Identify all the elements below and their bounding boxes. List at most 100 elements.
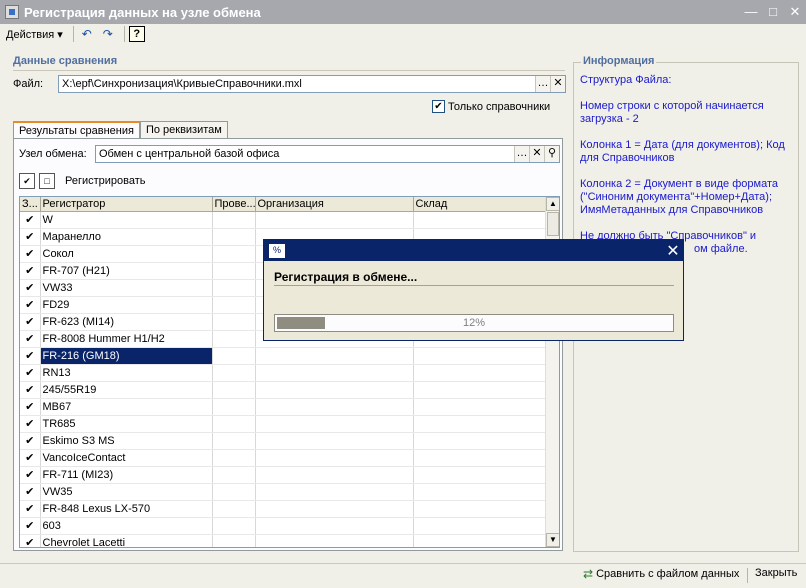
table-row[interactable]: ✔ Chevrolet Lacetti	[20, 534, 548, 547]
tab-by-attributes[interactable]: По реквизитам	[139, 121, 228, 138]
row-organization[interactable]	[255, 449, 414, 467]
redo-icon[interactable]: ↷	[99, 25, 117, 43]
table-row[interactable]: ✔ MB67	[20, 398, 548, 416]
checkmark-icon[interactable]: ✔	[432, 100, 445, 113]
row-checkbox[interactable]: ✔	[20, 279, 41, 297]
table-row[interactable]: ✔ 603	[20, 517, 548, 535]
node-field[interactable]: Обмен с центральной базой офиса … ✕ ⚲	[95, 145, 560, 163]
row-warehouse[interactable]	[413, 500, 548, 518]
browse-icon[interactable]: …	[535, 76, 550, 92]
row-registrator[interactable]: FR-707 (H21)	[40, 262, 213, 280]
row-organization[interactable]	[255, 500, 414, 518]
row-checkbox[interactable]: ✔	[20, 296, 41, 314]
row-warehouse[interactable]	[413, 483, 548, 501]
col-header-posted[interactable]: Прове...	[212, 197, 256, 212]
row-registrator[interactable]: FR-848 Lexus LX-570	[40, 500, 213, 518]
row-posted[interactable]	[212, 245, 256, 263]
row-posted[interactable]	[212, 500, 256, 518]
row-checkbox[interactable]: ✔	[20, 415, 41, 433]
row-warehouse[interactable]	[413, 432, 548, 450]
table-row[interactable]: ✔ RN13	[20, 364, 548, 382]
row-warehouse[interactable]	[413, 364, 548, 382]
table-row[interactable]: ✔ VW35	[20, 483, 548, 501]
row-posted[interactable]	[212, 330, 256, 348]
file-path[interactable]: X:\epf\Синхронизация\КривыеСправочники.m…	[59, 78, 535, 90]
row-registrator[interactable]: FR-8008 Hummer H1/H2	[40, 330, 213, 348]
register-button[interactable]: Регистрировать	[65, 175, 146, 187]
row-organization[interactable]	[255, 347, 414, 365]
row-warehouse[interactable]	[413, 449, 548, 467]
table-row[interactable]: ✔ Eskimo S3 MS	[20, 432, 548, 450]
compare-button[interactable]: ⇄ Сравнить с файлом данных	[583, 567, 739, 581]
row-warehouse[interactable]	[413, 398, 548, 416]
row-checkbox[interactable]: ✔	[20, 313, 41, 331]
row-organization[interactable]	[255, 432, 414, 450]
help-button[interactable]: ?	[128, 26, 145, 42]
row-organization[interactable]	[255, 517, 414, 535]
row-organization[interactable]	[255, 211, 414, 229]
scroll-down-icon[interactable]: ▼	[546, 533, 559, 547]
row-posted[interactable]	[212, 347, 256, 365]
table-row[interactable]: ✔ FR-711 (MI23)	[20, 466, 548, 484]
row-posted[interactable]	[212, 483, 256, 501]
row-registrator[interactable]: Chevrolet Lacetti	[40, 534, 213, 547]
table-row[interactable]: ✔ FR-848 Lexus LX-570	[20, 500, 548, 518]
row-posted[interactable]	[212, 364, 256, 382]
row-registrator[interactable]: 603	[40, 517, 213, 535]
row-registrator[interactable]: 245/55R19	[40, 381, 213, 399]
row-organization[interactable]	[255, 466, 414, 484]
close-button[interactable]: Закрыть	[755, 567, 797, 579]
row-registrator[interactable]: VW35	[40, 483, 213, 501]
row-registrator[interactable]: Маранелло	[40, 228, 213, 246]
row-posted[interactable]	[212, 534, 256, 547]
table-row[interactable]: ✔ W	[20, 211, 548, 229]
row-checkbox[interactable]: ✔	[20, 449, 41, 467]
scroll-up-icon[interactable]: ▲	[546, 197, 559, 211]
minimize-icon[interactable]: —	[740, 2, 762, 22]
row-warehouse[interactable]	[413, 415, 548, 433]
row-posted[interactable]	[212, 279, 256, 297]
row-registrator[interactable]: VW33	[40, 279, 213, 297]
row-registrator[interactable]: RN13	[40, 364, 213, 382]
table-row[interactable]: ✔ FR-216 (GM18)	[20, 347, 548, 365]
row-posted[interactable]	[212, 449, 256, 467]
row-checkbox[interactable]: ✔	[20, 466, 41, 484]
row-registrator[interactable]: Eskimo S3 MS	[40, 432, 213, 450]
row-registrator[interactable]: MB67	[40, 398, 213, 416]
row-posted[interactable]	[212, 228, 256, 246]
table-row[interactable]: ✔ VancoIceContact	[20, 449, 548, 467]
row-checkbox[interactable]: ✔	[20, 262, 41, 280]
row-organization[interactable]	[255, 483, 414, 501]
row-posted[interactable]	[212, 313, 256, 331]
table-row[interactable]: ✔ 245/55R19	[20, 381, 548, 399]
row-posted[interactable]	[212, 211, 256, 229]
col-header-registrator[interactable]: Регистратор	[40, 197, 213, 212]
row-checkbox[interactable]: ✔	[20, 228, 41, 246]
row-checkbox[interactable]: ✔	[20, 245, 41, 263]
row-warehouse[interactable]	[413, 381, 548, 399]
row-checkbox[interactable]: ✔	[20, 432, 41, 450]
row-organization[interactable]	[255, 534, 414, 547]
row-checkbox[interactable]: ✔	[20, 347, 41, 365]
row-warehouse[interactable]	[413, 466, 548, 484]
row-registrator[interactable]: FR-711 (MI23)	[40, 466, 213, 484]
row-warehouse[interactable]	[413, 517, 548, 535]
row-registrator[interactable]: Сокол	[40, 245, 213, 263]
row-posted[interactable]	[212, 466, 256, 484]
row-checkbox[interactable]: ✔	[20, 398, 41, 416]
uncheck-all-icon[interactable]: □	[39, 173, 55, 189]
row-warehouse[interactable]	[413, 534, 548, 547]
row-checkbox[interactable]: ✔	[20, 381, 41, 399]
clear-icon[interactable]: ✕	[550, 76, 565, 92]
row-warehouse[interactable]	[413, 347, 548, 365]
row-posted[interactable]	[212, 432, 256, 450]
tab-comparison-results[interactable]: Результаты сравнения	[13, 121, 140, 139]
close-icon[interactable]: ✕	[663, 241, 683, 261]
actions-menu[interactable]: Действия ▾	[6, 28, 63, 41]
row-posted[interactable]	[212, 517, 256, 535]
file-field[interactable]: X:\epf\Синхронизация\КривыеСправочники.m…	[58, 75, 566, 93]
row-checkbox[interactable]: ✔	[20, 534, 41, 547]
row-checkbox[interactable]: ✔	[20, 364, 41, 382]
col-header-flag[interactable]: З...	[20, 197, 41, 212]
row-organization[interactable]	[255, 364, 414, 382]
